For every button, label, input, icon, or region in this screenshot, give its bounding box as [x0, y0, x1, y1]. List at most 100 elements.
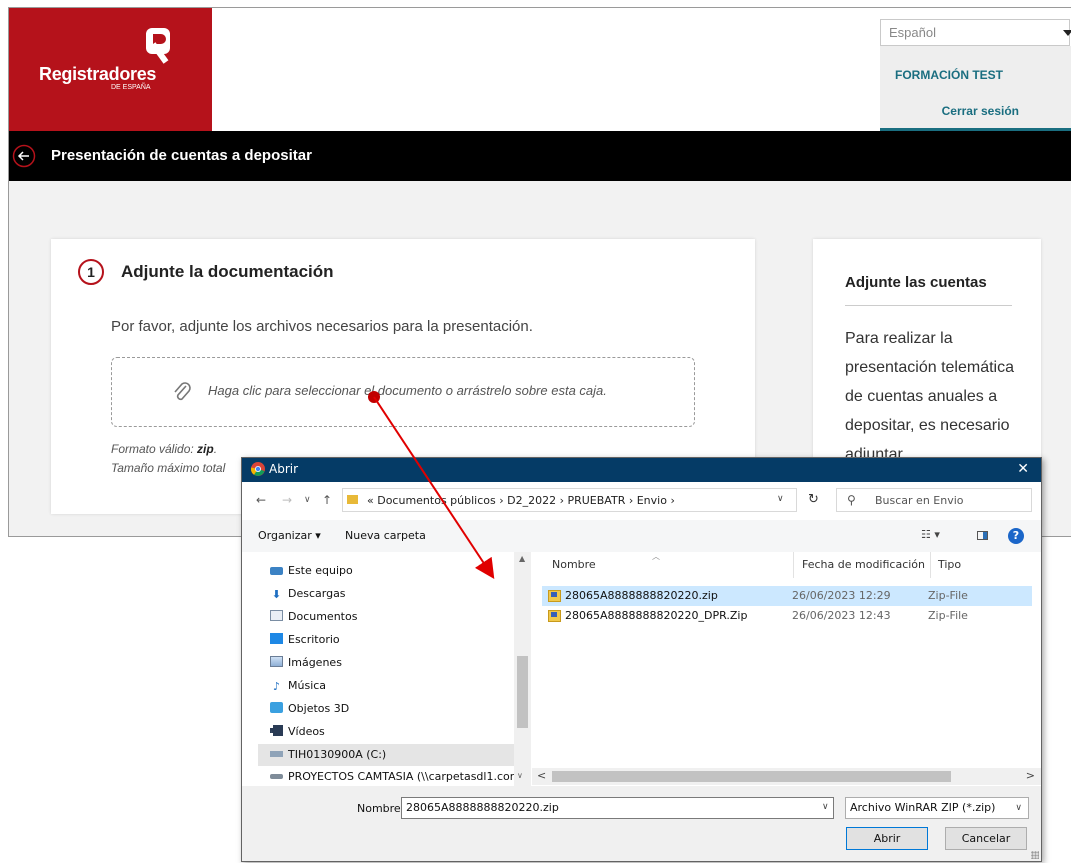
format-suffix: .: [213, 442, 218, 456]
preview-pane-icon[interactable]: [977, 531, 988, 540]
sort-arrow-icon: ︿: [652, 552, 660, 561]
new-folder-button[interactable]: Nueva carpeta: [345, 529, 426, 542]
close-icon[interactable]: ✕: [1017, 461, 1029, 477]
file-list-pane: ︿ Nombre Fecha de modificación Tipo 2806…: [532, 552, 1041, 786]
nav-item-musica[interactable]: ♪ Música: [270, 675, 514, 697]
chevron-down-icon: ∨: [1015, 803, 1022, 813]
download-icon: ⬇: [271, 588, 282, 601]
title-bar: Presentación de cuentas a depositar: [9, 131, 1071, 181]
nav-item-escritorio[interactable]: Escritorio: [270, 629, 514, 651]
nav-item-label: Música: [288, 679, 327, 692]
search-placeholder: Buscar en Envio: [875, 494, 964, 507]
nav-item-objetos-3d[interactable]: Objetos 3D: [270, 698, 514, 720]
navigation-bar: ← → ∨ ↑ « Documentos públicos › D2_2022 …: [242, 482, 1041, 520]
chevron-down-icon[interactable]: ∨: [822, 802, 829, 812]
forward-icon[interactable]: →: [282, 493, 292, 507]
videos-icon: [270, 725, 283, 736]
dialog-footer: Nombre: 28065A8888888820220.zip ∨ Archiv…: [242, 786, 1041, 861]
address-path: « Documentos públicos › D2_2022 › PRUEBA…: [367, 494, 675, 507]
nav-item-este-equipo[interactable]: Este equipo: [270, 560, 514, 582]
column-divider: [793, 552, 794, 578]
language-value: Español: [889, 25, 936, 40]
format-value: zip: [197, 442, 214, 456]
organize-button[interactable]: Organizar ▾: [258, 529, 321, 542]
scroll-left-icon[interactable]: <: [537, 769, 546, 782]
column-divider: [930, 552, 931, 578]
nav-item-label: Descargas: [288, 587, 346, 600]
file-dropzone[interactable]: Haga clic para seleccionar el documento …: [111, 357, 695, 427]
max-size-hint: Tamaño máximo total: [111, 461, 226, 475]
computer-icon: [270, 567, 283, 575]
file-type: Zip-File: [928, 609, 968, 622]
address-bar[interactable]: « Documentos públicos › D2_2022 › PRUEBA…: [342, 488, 797, 512]
step-title: Adjunte la documentación: [121, 262, 334, 281]
column-header-type[interactable]: Tipo: [938, 558, 961, 571]
search-input[interactable]: ⚲ Buscar en Envio: [836, 488, 1032, 512]
help-text: Para realizar la presentación telemática…: [845, 330, 1014, 463]
nav-item-imagenes[interactable]: Imágenes: [270, 652, 514, 674]
documents-icon: [270, 610, 283, 621]
view-options-icon[interactable]: ☷ ▾: [921, 528, 940, 541]
scrollbar-thumb[interactable]: [552, 771, 951, 782]
nav-item-proyectos-camtasia[interactable]: PROYECTOS CAMTASIA (\\carpetasdl1.corpn: [270, 766, 528, 788]
back-icon[interactable]: ←: [256, 493, 266, 507]
step-description: Por favor, adjunte los archivos necesari…: [111, 318, 533, 335]
file-row[interactable]: 28065A8888888820220_DPR.Zip 26/06/2023 1…: [542, 606, 1032, 626]
command-bar: Organizar ▾ Nueva carpeta ☷ ▾ ?: [242, 520, 1041, 552]
caret-down-icon: [1063, 30, 1071, 36]
nav-item-label: PROYECTOS CAMTASIA (\\carpetasdl1.corpn: [288, 770, 529, 783]
zip-file-icon: [548, 610, 561, 622]
cancel-button[interactable]: Cancelar: [945, 827, 1027, 850]
nav-item-videos[interactable]: Vídeos: [270, 721, 514, 743]
logout-link[interactable]: Cerrar sesión: [880, 104, 1071, 118]
column-header-name[interactable]: Nombre: [552, 558, 596, 571]
scroll-up-icon[interactable]: ▲: [519, 554, 525, 563]
nav-item-drive-c[interactable]: TIH0130900A (C:): [258, 744, 514, 766]
back-arrow-icon[interactable]: [12, 144, 36, 168]
step-number: 1: [78, 259, 104, 285]
navigation-pane: Este equipo ⬇ Descargas Documentos Escrit…: [242, 552, 532, 786]
user-name: FORMACIÓN TEST: [895, 68, 1003, 82]
format-hint: Formato válido: zip.: [111, 442, 217, 456]
recent-locations-icon[interactable]: ∨: [304, 495, 311, 505]
3d-objects-icon: [270, 702, 283, 713]
scroll-right-icon[interactable]: >: [1026, 769, 1035, 782]
help-icon[interactable]: ?: [1008, 528, 1024, 544]
drive-icon: [270, 751, 283, 757]
dialog-title: Abrir: [269, 462, 299, 476]
nav-scrollbar[interactable]: ▲ ∨: [514, 552, 531, 786]
file-type-value: Archivo WinRAR ZIP (*.zip): [850, 801, 996, 814]
chevron-down-icon[interactable]: ∨: [777, 494, 784, 504]
nav-item-label: Documentos: [288, 610, 358, 623]
column-header-date[interactable]: Fecha de modificación: [802, 558, 925, 571]
dialog-titlebar[interactable]: Abrir ✕: [242, 458, 1041, 482]
chevron-down-icon[interactable]: ∨: [517, 771, 523, 780]
open-button[interactable]: Abrir: [846, 827, 928, 850]
scrollbar-thumb[interactable]: [517, 656, 528, 728]
filename-label: Nombre:: [357, 802, 405, 815]
nav-item-label: Escritorio: [288, 633, 340, 646]
language-select[interactable]: Español: [880, 19, 1071, 46]
brand-name: Registradores: [39, 64, 157, 84]
paperclip-icon: [174, 382, 191, 401]
resize-grip-icon[interactable]: [1031, 851, 1039, 859]
file-row[interactable]: 28065A8888888820220.zip 26/06/2023 12:29…: [542, 586, 1032, 606]
nav-item-documentos[interactable]: Documentos: [270, 606, 514, 628]
file-date: 26/06/2023 12:43: [792, 609, 891, 622]
zip-file-icon: [548, 590, 561, 602]
r-logo-icon: [146, 28, 170, 64]
user-panel: FORMACIÓN TEST Cerrar sesión: [880, 46, 1071, 131]
refresh-icon[interactable]: ↻: [808, 492, 819, 507]
registradores-logo[interactable]: Registradores DE ESPAÑA: [9, 8, 212, 131]
up-icon[interactable]: ↑: [322, 493, 332, 507]
file-name: 28065A8888888820220.zip: [565, 589, 718, 602]
horizontal-scrollbar[interactable]: < >: [532, 768, 1041, 785]
file-date: 26/06/2023 12:29: [792, 589, 891, 602]
nav-item-label: Este equipo: [288, 564, 353, 577]
file-type-select[interactable]: Archivo WinRAR ZIP (*.zip) ∨: [845, 797, 1029, 819]
nav-item-label: Objetos 3D: [288, 702, 350, 715]
folder-icon: [347, 495, 358, 504]
help-title: Adjunte las cuentas: [845, 274, 987, 291]
filename-input[interactable]: 28065A8888888820220.zip: [401, 797, 834, 819]
nav-item-descargas[interactable]: ⬇ Descargas: [270, 583, 514, 605]
